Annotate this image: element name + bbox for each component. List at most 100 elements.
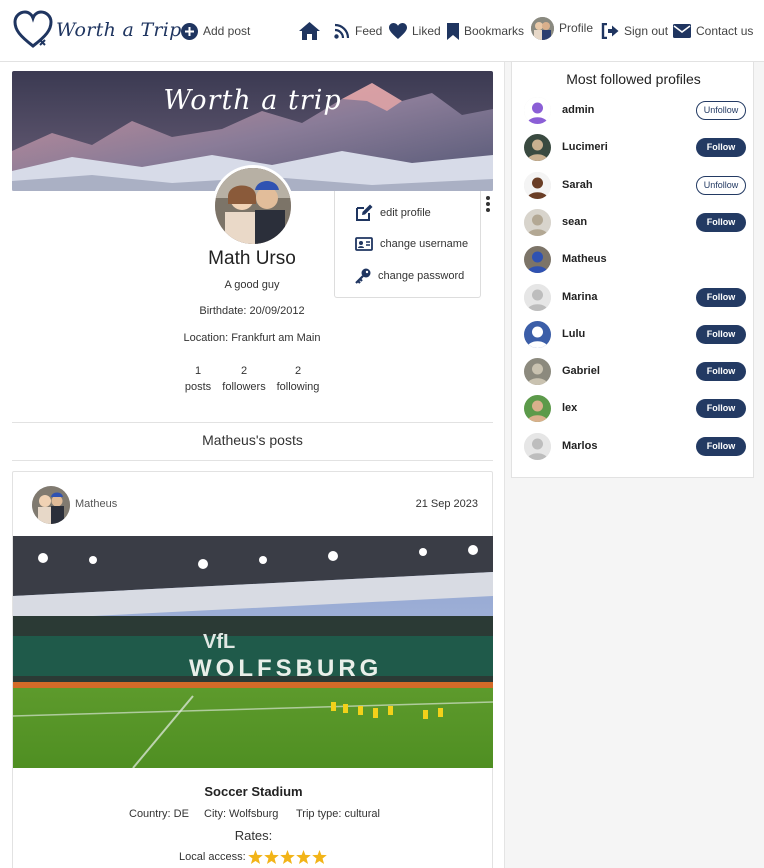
profile-birthdate: Birthdate: 20/09/2012 xyxy=(199,305,305,317)
profile-link[interactable]: Profile xyxy=(531,0,593,62)
profile-name[interactable]: Sarah xyxy=(562,179,593,191)
add-post-label: Add post xyxy=(203,24,251,38)
profile-name[interactable]: sean xyxy=(562,216,587,228)
profile-row: Lulu Follow xyxy=(512,320,755,350)
star-icon xyxy=(247,850,263,864)
liked-label: Liked xyxy=(412,24,441,38)
profile-row: Lucimeri Follow xyxy=(512,133,755,163)
edit-profile-label: edit profile xyxy=(380,207,431,219)
follow-button[interactable]: Follow xyxy=(696,324,746,344)
edit-profile-item[interactable]: edit profile xyxy=(355,204,431,222)
profile-name[interactable]: Lulu xyxy=(562,328,585,340)
banner-title: Worth a trip xyxy=(163,85,342,116)
stat-followers[interactable]: 2 followers xyxy=(214,363,274,395)
home-icon xyxy=(299,22,320,40)
add-post-link[interactable]: Add post xyxy=(181,0,250,62)
sign-out-icon xyxy=(601,23,619,39)
star-icon xyxy=(263,850,279,864)
stadium-sign-wolfsburg: WOLFSBURG xyxy=(189,655,382,682)
profile-avatar[interactable] xyxy=(524,246,551,274)
profile-row: Marlos Follow xyxy=(512,432,755,462)
profile-label: Profile xyxy=(559,21,594,35)
contact-us-link[interactable]: Contact us xyxy=(673,0,753,62)
profile-row: Matheus xyxy=(512,245,755,275)
heart-logo-icon xyxy=(13,10,53,48)
follow-button[interactable]: Follow xyxy=(696,212,746,232)
follow-button[interactable]: Follow xyxy=(696,362,746,382)
post-city: City: Wolfsburg xyxy=(204,808,279,820)
unfollow-button[interactable]: Unfollow xyxy=(696,175,746,195)
home-link[interactable] xyxy=(299,0,320,62)
star-icon xyxy=(311,850,327,864)
profile-row: sean Follow xyxy=(512,208,755,238)
post-card: Matheus 21 Sep 2023 VfL WOLFSBURG Soccer… xyxy=(12,471,493,868)
most-followed-panel: Most followed profiles admin Unfollow Luci… xyxy=(511,62,754,478)
liked-link[interactable]: Liked xyxy=(389,0,441,62)
profile-avatar[interactable] xyxy=(524,395,551,423)
local-access-rating: Local access: xyxy=(179,850,328,864)
star-icon xyxy=(279,850,295,864)
post-photo[interactable]: VfL WOLFSBURG xyxy=(13,536,493,768)
plus-circle-icon xyxy=(181,22,198,40)
unfollow-button[interactable]: Unfollow xyxy=(696,101,746,120)
profile-row: lex Follow xyxy=(512,394,755,424)
star-icon xyxy=(295,850,311,864)
profile-avatar[interactable] xyxy=(524,171,551,199)
profile-name[interactable]: Marlos xyxy=(562,440,597,452)
profile-avatar[interactable] xyxy=(524,432,551,460)
nav-avatar xyxy=(531,17,554,40)
follow-button[interactable]: Follow xyxy=(696,436,746,456)
stat-following-value: 2 xyxy=(294,365,302,377)
profile-bio: A good guy xyxy=(224,279,280,291)
heart-icon xyxy=(389,23,407,39)
profile-avatar[interactable] xyxy=(524,320,551,348)
bookmarks-label: Bookmarks xyxy=(464,24,525,38)
profile-name[interactable]: Lucimeri xyxy=(562,141,608,153)
profile-avatar[interactable] xyxy=(524,97,551,124)
post-country: Country: DE xyxy=(129,808,189,820)
profile-name[interactable]: Matheus xyxy=(562,253,607,265)
contact-us-label: Contact us xyxy=(696,24,754,38)
profile-row: Gabriel Follow xyxy=(512,357,755,387)
profile-options-kebab-icon[interactable] xyxy=(484,196,492,214)
feed-link[interactable]: Feed xyxy=(334,0,382,62)
section-divider xyxy=(12,460,493,461)
post-title: Soccer Stadium xyxy=(204,784,303,799)
edit-icon xyxy=(356,204,373,221)
local-access-label: Local access: xyxy=(179,851,246,863)
profile-name[interactable]: Gabriel xyxy=(562,365,600,377)
sign-out-link[interactable]: Sign out xyxy=(601,0,668,62)
stat-followers-label: followers xyxy=(222,381,266,393)
post-date: 21 Sep 2023 xyxy=(415,498,478,510)
post-author-name[interactable]: Matheus xyxy=(75,498,117,510)
post-trip-type: Trip type: cultural xyxy=(296,808,380,820)
star-rating xyxy=(247,850,328,864)
follow-button[interactable]: Follow xyxy=(696,287,746,307)
change-username-item[interactable]: change username xyxy=(355,237,468,251)
profile-name[interactable]: lex xyxy=(562,402,577,414)
profile-name[interactable]: admin xyxy=(562,104,594,116)
id-card-icon xyxy=(355,237,373,251)
top-navbar: Worth a Trip Add post Feed Liked Bookmar… xyxy=(0,0,764,62)
profile-name: Math Urso xyxy=(208,248,296,269)
post-author-avatar[interactable] xyxy=(32,486,70,524)
follow-button[interactable]: Follow xyxy=(696,399,746,419)
profile-avatar[interactable] xyxy=(524,283,551,311)
stat-following-label: following xyxy=(276,381,320,393)
change-username-label: change username xyxy=(380,238,469,250)
bookmarks-link[interactable]: Bookmarks xyxy=(447,0,524,62)
site-logo[interactable]: Worth a Trip xyxy=(12,10,182,50)
profile-avatar[interactable] xyxy=(524,358,551,386)
stat-following[interactable]: 2 following xyxy=(268,363,328,395)
stadium-sign-vfl: VfL xyxy=(203,631,235,653)
profile-location: Location: Frankfurt am Main xyxy=(183,332,321,344)
bookmark-icon xyxy=(447,22,459,40)
profile-name[interactable]: Marina xyxy=(562,291,597,303)
section-divider xyxy=(12,422,493,423)
most-followed-title: Most followed profiles xyxy=(566,71,701,87)
follow-button[interactable]: Follow xyxy=(696,138,746,158)
profile-column: Worth a trip edit profile change usernam… xyxy=(0,62,505,868)
profile-avatar[interactable] xyxy=(524,134,551,162)
profile-avatar[interactable] xyxy=(524,208,551,236)
profile-avatar xyxy=(212,165,294,247)
